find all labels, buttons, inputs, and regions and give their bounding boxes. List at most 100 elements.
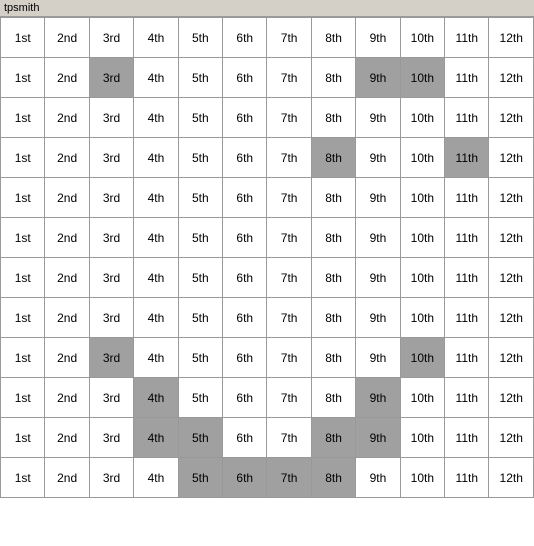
table-cell: 12th xyxy=(489,58,534,98)
table-cell: 10th xyxy=(400,338,444,378)
table-cell: 4th xyxy=(134,98,178,138)
table-cell: 12th xyxy=(489,98,534,138)
table-row: 1st2nd3rd4th5th6th7th8th9th10th11th12th xyxy=(1,138,534,178)
table-cell: 6th xyxy=(223,18,267,58)
table-cell: 12th xyxy=(489,378,534,418)
table-cell: 6th xyxy=(223,418,267,458)
table-cell: 2nd xyxy=(45,338,89,378)
table-cell: 11th xyxy=(445,258,489,298)
table-cell: 4th xyxy=(134,458,178,498)
table-cell: 8th xyxy=(311,258,355,298)
main-table: 1st2nd3rd4th5th6th7th8th9th10th11th12th1… xyxy=(0,17,534,498)
table-cell: 9th xyxy=(356,298,400,338)
table-cell: 11th xyxy=(445,138,489,178)
table-cell: 7th xyxy=(267,378,311,418)
table-cell: 2nd xyxy=(45,18,89,58)
table-cell: 6th xyxy=(223,338,267,378)
table-cell: 3rd xyxy=(89,458,133,498)
table-cell: 12th xyxy=(489,418,534,458)
table-cell: 3rd xyxy=(89,338,133,378)
table-cell: 10th xyxy=(400,138,444,178)
table-cell: 8th xyxy=(311,98,355,138)
table-cell: 1st xyxy=(1,378,45,418)
table-cell: 2nd xyxy=(45,178,89,218)
table-cell: 3rd xyxy=(89,18,133,58)
table-cell: 7th xyxy=(267,218,311,258)
table-cell: 6th xyxy=(223,178,267,218)
table-cell: 9th xyxy=(356,458,400,498)
table-cell: 10th xyxy=(400,378,444,418)
table-cell: 2nd xyxy=(45,458,89,498)
table-cell: 1st xyxy=(1,98,45,138)
table-cell: 1st xyxy=(1,18,45,58)
table-cell: 8th xyxy=(311,58,355,98)
table-cell: 5th xyxy=(178,258,222,298)
table-cell: 4th xyxy=(134,58,178,98)
table-row: 1st2nd3rd4th5th6th7th8th9th10th11th12th xyxy=(1,378,534,418)
table-cell: 9th xyxy=(356,378,400,418)
table-cell: 5th xyxy=(178,458,222,498)
table-cell: 8th xyxy=(311,338,355,378)
table-cell: 10th xyxy=(400,298,444,338)
table-cell: 8th xyxy=(311,178,355,218)
table-cell: 5th xyxy=(178,138,222,178)
table-cell: 2nd xyxy=(45,98,89,138)
table-cell: 4th xyxy=(134,258,178,298)
table-cell: 4th xyxy=(134,298,178,338)
table-cell: 7th xyxy=(267,298,311,338)
table-cell: 3rd xyxy=(89,218,133,258)
table-cell: 7th xyxy=(267,98,311,138)
table-cell: 10th xyxy=(400,418,444,458)
table-cell: 3rd xyxy=(89,178,133,218)
table-cell: 1st xyxy=(1,458,45,498)
table-cell: 12th xyxy=(489,298,534,338)
table-cell: 5th xyxy=(178,378,222,418)
table-cell: 2nd xyxy=(45,58,89,98)
table-row: 1st2nd3rd4th5th6th7th8th9th10th11th12th xyxy=(1,298,534,338)
table-cell: 6th xyxy=(223,378,267,418)
table-cell: 11th xyxy=(445,18,489,58)
table-cell: 4th xyxy=(134,138,178,178)
table-cell: 1st xyxy=(1,338,45,378)
table-cell: 7th xyxy=(267,178,311,218)
table-cell: 11th xyxy=(445,298,489,338)
table-cell: 9th xyxy=(356,98,400,138)
table-row: 1st2nd3rd4th5th6th7th8th9th10th11th12th xyxy=(1,58,534,98)
table-cell: 1st xyxy=(1,178,45,218)
table-cell: 5th xyxy=(178,98,222,138)
table-cell: 12th xyxy=(489,18,534,58)
table-cell: 2nd xyxy=(45,258,89,298)
table-cell: 4th xyxy=(134,178,178,218)
table-cell: 3rd xyxy=(89,98,133,138)
table-cell: 10th xyxy=(400,178,444,218)
table-cell: 9th xyxy=(356,418,400,458)
table-cell: 6th xyxy=(223,458,267,498)
table-cell: 10th xyxy=(400,458,444,498)
table-cell: 1st xyxy=(1,418,45,458)
table-row: 1st2nd3rd4th5th6th7th8th9th10th11th12th xyxy=(1,338,534,378)
table-cell: 3rd xyxy=(89,418,133,458)
table-cell: 3rd xyxy=(89,258,133,298)
table-cell: 6th xyxy=(223,218,267,258)
table-cell: 9th xyxy=(356,338,400,378)
table-cell: 11th xyxy=(445,98,489,138)
table-cell: 8th xyxy=(311,218,355,258)
table-cell: 4th xyxy=(134,338,178,378)
table-cell: 12th xyxy=(489,258,534,298)
table-cell: 12th xyxy=(489,138,534,178)
table-cell: 5th xyxy=(178,218,222,258)
table-cell: 8th xyxy=(311,18,355,58)
table-cell: 3rd xyxy=(89,298,133,338)
table-row: 1st2nd3rd4th5th6th7th8th9th10th11th12th xyxy=(1,458,534,498)
table-cell: 1st xyxy=(1,218,45,258)
table-cell: 12th xyxy=(489,178,534,218)
table-cell: 7th xyxy=(267,258,311,298)
table-cell: 9th xyxy=(356,178,400,218)
table-cell: 11th xyxy=(445,338,489,378)
table-cell: 8th xyxy=(311,378,355,418)
table-cell: 3rd xyxy=(89,138,133,178)
table-cell: 7th xyxy=(267,18,311,58)
table-cell: 9th xyxy=(356,138,400,178)
table-cell: 2nd xyxy=(45,418,89,458)
table-cell: 6th xyxy=(223,298,267,338)
